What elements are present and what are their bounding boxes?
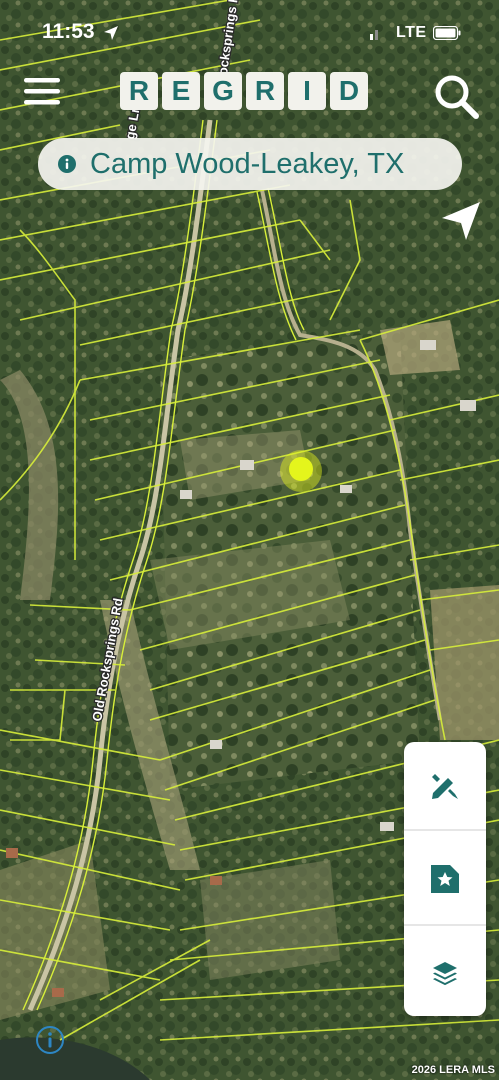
hamburger-menu-icon[interactable] (22, 74, 62, 108)
location-arrow-icon (104, 26, 118, 40)
status-time: 11:53 (42, 20, 95, 43)
layers-button[interactable] (404, 929, 486, 1016)
saved-parcel-icon (431, 864, 459, 893)
location-name: Camp Wood-Leakey, TX (90, 147, 405, 180)
info-icon (58, 155, 76, 173)
map-tools-panel (404, 742, 486, 1016)
network-label: LTE (396, 24, 427, 41)
draw-icon (432, 773, 458, 799)
signal-icon (370, 30, 378, 40)
draw-button[interactable] (404, 742, 486, 829)
tool-divider (404, 829, 486, 831)
layers-icon (433, 961, 457, 985)
logo-letter: I (288, 72, 326, 110)
tool-divider (404, 924, 486, 926)
regrid-logo: R E G R I D (120, 72, 368, 112)
status-bar: 11:53 LTE (0, 0, 499, 62)
logo-letter: E (162, 72, 200, 110)
logo-letter: R (120, 72, 158, 110)
search-icon[interactable] (432, 72, 480, 120)
saved-parcels-button[interactable] (404, 835, 486, 922)
info-icon[interactable] (34, 1024, 66, 1056)
logo-letter: D (330, 72, 368, 110)
copyright-text: 2026 LERA MLS (411, 1064, 495, 1076)
logo-letter: R (246, 72, 284, 110)
navigation-arrow-icon[interactable] (438, 198, 484, 244)
battery-icon (433, 26, 461, 40)
logo-letter: G (204, 72, 242, 110)
selected-parcel-marker[interactable] (289, 457, 313, 481)
location-search-bar[interactable]: Camp Wood-Leakey, TX (38, 138, 462, 190)
